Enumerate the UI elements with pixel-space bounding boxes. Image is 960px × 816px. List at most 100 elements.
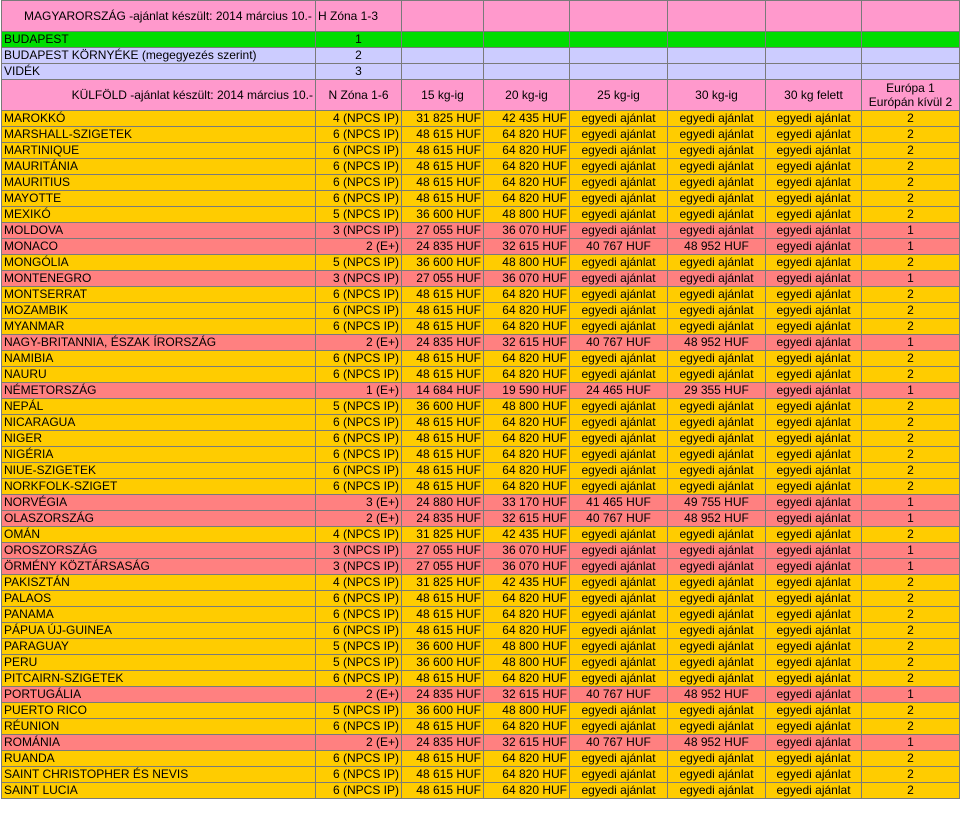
country-row: PUERTO RICO 5 (NPCS IP) 36 600 HUF 48 800 H… <box>1 702 960 719</box>
w20-column-header: 20 kg-ig <box>483 79 570 111</box>
country-name: OMÁN <box>1 526 316 543</box>
price-25kg: egyedi ajánlat <box>569 750 668 767</box>
price-30kg: egyedi ajánlat <box>667 430 766 447</box>
zone-value: 6 (NPCS IP) <box>315 446 402 463</box>
price-30kg-plus: egyedi ajánlat <box>765 446 862 463</box>
zone-value: 5 (NPCS IP) <box>315 254 402 271</box>
country-row: MAROKKÓ 4 (NPCS IP) 31 825 HUF 42 435 HUF eg… <box>1 110 960 127</box>
price-25kg: egyedi ajánlat <box>569 670 668 687</box>
price-25kg: 41 465 HUF <box>569 494 668 511</box>
price-25kg: egyedi ajánlat <box>569 654 668 671</box>
price-20kg: 64 820 HUF <box>483 350 570 367</box>
price-20kg: 64 820 HUF <box>483 446 570 463</box>
zone-value: 6 (NPCS IP) <box>315 606 402 623</box>
price-15kg: 24 835 HUF <box>401 686 484 703</box>
price-30kg: egyedi ajánlat <box>667 622 766 639</box>
zone-value: 6 (NPCS IP) <box>315 158 402 175</box>
price-15kg: 48 615 HUF <box>401 350 484 367</box>
price-30kg: egyedi ajánlat <box>667 638 766 655</box>
zone-value: 3 (NPCS IP) <box>315 222 402 239</box>
region-value: 2 <box>861 190 960 207</box>
country-name: NAMIBIA <box>1 350 316 367</box>
region-value: 2 <box>861 366 960 383</box>
region-value: 2 <box>861 606 960 623</box>
price-25kg: egyedi ajánlat <box>569 766 668 783</box>
country-row: NÉMETORSZÁG 1 (E+) 14 684 HUF 19 590 HUF 24 … <box>1 382 960 399</box>
price-20kg: 64 820 HUF <box>483 430 570 447</box>
country-name: MAYOTTE <box>1 190 316 207</box>
zone-value: 6 (NPCS IP) <box>315 478 402 495</box>
price-25kg: egyedi ajánlat <box>569 206 668 223</box>
country-row: PERU 5 (NPCS IP) 36 600 HUF 48 800 HUF egyed… <box>1 654 960 671</box>
price-25kg: egyedi ajánlat <box>569 638 668 655</box>
price-25kg: egyedi ajánlat <box>569 718 668 735</box>
price-30kg: egyedi ajánlat <box>667 446 766 463</box>
price-15kg: 48 615 HUF <box>401 318 484 335</box>
price-15kg: 48 615 HUF <box>401 462 484 479</box>
country-name: NORVÉGIA <box>1 494 316 511</box>
price-30kg-plus: egyedi ajánlat <box>765 590 862 607</box>
country-row: MONGÓLIA 5 (NPCS IP) 36 600 HUF 48 800 HUF e… <box>1 254 960 271</box>
price-25kg: 24 465 HUF <box>569 382 668 399</box>
price-15kg: 48 615 HUF <box>401 158 484 175</box>
price-20kg: 48 800 HUF <box>483 206 570 223</box>
country-row: MOZAMBIK 6 (NPCS IP) 48 615 HUF 64 820 HUF e… <box>1 302 960 319</box>
country-row: PANAMA 6 (NPCS IP) 48 615 HUF 64 820 HUF egy… <box>1 606 960 623</box>
price-30kg: egyedi ajánlat <box>667 782 766 799</box>
price-25kg: egyedi ajánlat <box>569 398 668 415</box>
country-name: PITCAIRN-SZIGETEK <box>1 670 316 687</box>
country-name: NIGÉRIA <box>1 446 316 463</box>
price-20kg: 32 615 HUF <box>483 686 570 703</box>
price-30kg: 48 952 HUF <box>667 734 766 751</box>
country-row: MAYOTTE 6 (NPCS IP) 48 615 HUF 64 820 HUF eg… <box>1 190 960 207</box>
region-value: 2 <box>861 414 960 431</box>
price-25kg: egyedi ajánlat <box>569 478 668 495</box>
price-15kg: 48 615 HUF <box>401 142 484 159</box>
price-20kg: 48 800 HUF <box>483 654 570 671</box>
zone-value: 6 (NPCS IP) <box>315 350 402 367</box>
zone-value: 6 (NPCS IP) <box>315 174 402 191</box>
price-15kg: 48 615 HUF <box>401 590 484 607</box>
price-25kg: egyedi ajánlat <box>569 366 668 383</box>
price-30kg-plus: egyedi ajánlat <box>765 462 862 479</box>
price-20kg: 64 820 HUF <box>483 606 570 623</box>
price-30kg: egyedi ajánlat <box>667 254 766 271</box>
price-30kg: egyedi ajánlat <box>667 350 766 367</box>
price-25kg: egyedi ajánlat <box>569 446 668 463</box>
zone-value: 3 (NPCS IP) <box>315 542 402 559</box>
price-15kg: 27 055 HUF <box>401 558 484 575</box>
price-30kg: 29 355 HUF <box>667 382 766 399</box>
price-15kg: 24 835 HUF <box>401 238 484 255</box>
w30plus-column-header: 30 kg felett <box>765 79 862 111</box>
price-25kg: 40 767 HUF <box>569 510 668 527</box>
country-row: PÁPUA ÚJ-GUINEA 6 (NPCS IP) 48 615 HUF 64 8… <box>1 622 960 639</box>
price-15kg: 31 825 HUF <box>401 526 484 543</box>
price-30kg-plus: egyedi ajánlat <box>765 270 862 287</box>
country-name: MONTSERRAT <box>1 286 316 303</box>
price-30kg-plus: egyedi ajánlat <box>765 334 862 351</box>
zone-value: 6 (NPCS IP) <box>315 142 402 159</box>
price-25kg: egyedi ajánlat <box>569 414 668 431</box>
zone-value: 5 (NPCS IP) <box>315 702 402 719</box>
price-20kg: 64 820 HUF <box>483 302 570 319</box>
country-row: PALAOS 6 (NPCS IP) 48 615 HUF 64 820 HUF egy… <box>1 590 960 607</box>
country-name: PARAGUAY <box>1 638 316 655</box>
price-20kg: 42 435 HUF <box>483 110 570 127</box>
price-30kg: egyedi ajánlat <box>667 750 766 767</box>
intl-header-row: KÜLFÖLD -ajánlat készült: 2014 március 1… <box>1 79 960 111</box>
price-30kg: egyedi ajánlat <box>667 222 766 239</box>
country-name: PERU <box>1 654 316 671</box>
zone-value: 4 (NPCS IP) <box>315 110 402 127</box>
country-name: MAURITIUS <box>1 174 316 191</box>
price-20kg: 33 170 HUF <box>483 494 570 511</box>
price-30kg: 48 952 HUF <box>667 238 766 255</box>
region-value: 1 <box>861 334 960 351</box>
price-15kg: 48 615 HUF <box>401 430 484 447</box>
price-25kg: 40 767 HUF <box>569 238 668 255</box>
country-row: MOLDOVA 3 (NPCS IP) 27 055 HUF 36 070 HUF eg… <box>1 222 960 239</box>
zone-value: 6 (NPCS IP) <box>315 590 402 607</box>
price-30kg: egyedi ajánlat <box>667 414 766 431</box>
price-25kg: egyedi ajánlat <box>569 350 668 367</box>
price-20kg: 64 820 HUF <box>483 174 570 191</box>
hu-zone-label: H Zóna 1-3 <box>315 0 402 32</box>
